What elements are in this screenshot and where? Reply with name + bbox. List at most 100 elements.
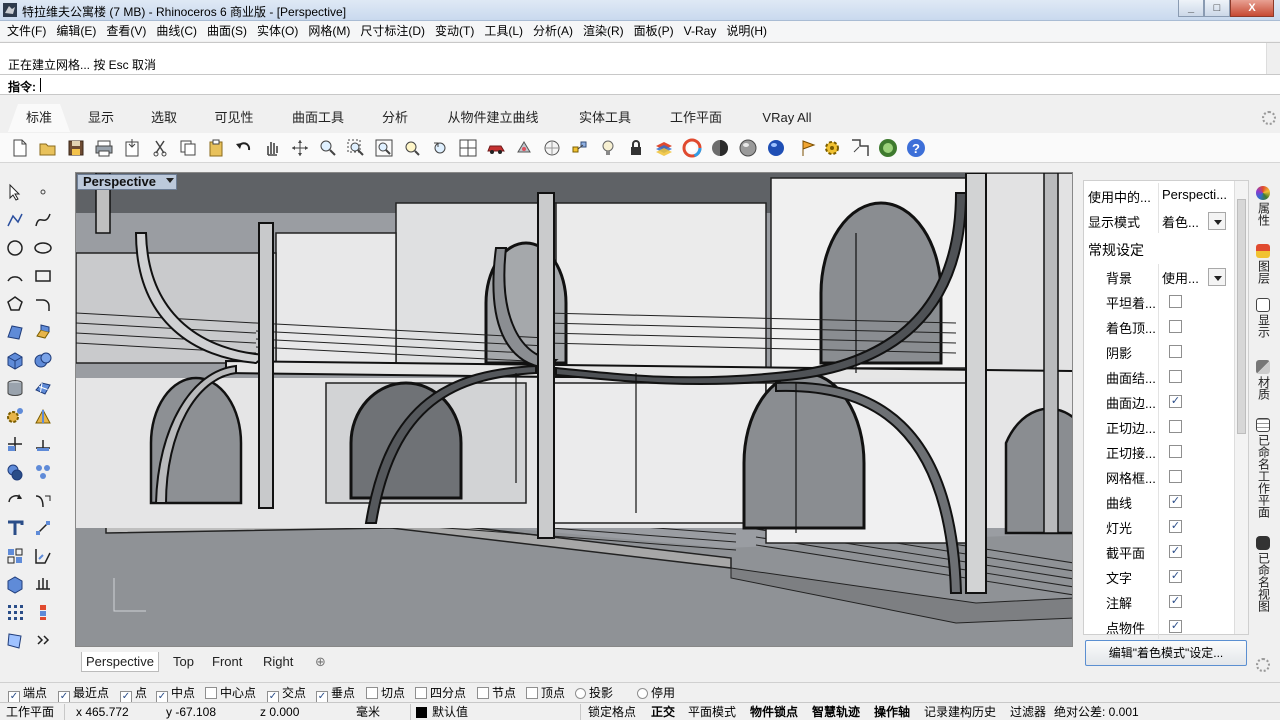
- scale-icon[interactable]: [33, 490, 53, 510]
- side-tab-layers[interactable]: 图层: [1253, 244, 1273, 287]
- polygon-icon[interactable]: [5, 294, 25, 314]
- panel-option-checkbox[interactable]: ✓: [1169, 545, 1182, 558]
- status-grid-snap[interactable]: 锁定格点: [588, 704, 636, 720]
- status-smarttrack[interactable]: 智慧轨迹: [812, 704, 860, 720]
- four-viewports-icon[interactable]: [458, 138, 478, 158]
- osnap-icon[interactable]: [570, 138, 590, 158]
- tab-display[interactable]: 显示: [70, 104, 132, 132]
- menu-surface[interactable]: 曲面(S): [202, 21, 252, 41]
- point-icon[interactable]: [33, 182, 53, 202]
- mesh-icon[interactable]: [33, 378, 53, 398]
- grid-array-icon[interactable]: [5, 602, 25, 622]
- block-icon[interactable]: [5, 574, 25, 594]
- edit-shaded-mode-button[interactable]: 编辑"着色模式"设定...: [1085, 640, 1247, 666]
- print-icon[interactable]: [94, 138, 114, 158]
- extrude-surface-icon[interactable]: [33, 322, 53, 342]
- text-icon[interactable]: [5, 518, 25, 538]
- level-icon[interactable]: [33, 574, 53, 594]
- paste-icon[interactable]: [206, 138, 226, 158]
- status-filter[interactable]: 过滤器: [1010, 704, 1046, 720]
- side-tab-display[interactable]: 显示: [1253, 298, 1273, 341]
- analyze-icon[interactable]: [5, 630, 25, 650]
- menu-tools[interactable]: 工具(L): [479, 21, 528, 41]
- render-sphere-icon[interactable]: [766, 138, 786, 158]
- osnap-option[interactable]: ✓ 最近点: [58, 686, 109, 703]
- menu-solid[interactable]: 实体(O): [252, 21, 303, 41]
- panel-option-checkbox[interactable]: ✓: [1169, 595, 1182, 608]
- tab-visibility[interactable]: 可见性: [196, 104, 272, 132]
- vray-frame-buffer-icon[interactable]: [850, 138, 870, 158]
- side-panel-settings-gear-icon[interactable]: [1256, 658, 1270, 672]
- zoom-extents-icon[interactable]: [374, 138, 394, 158]
- side-tab-named-views[interactable]: 已命名视图: [1253, 536, 1273, 615]
- panel-row-background[interactable]: 背景 使用...: [1084, 264, 1234, 289]
- box-icon[interactable]: [5, 350, 25, 370]
- panel-option-checkbox[interactable]: ✓: [1169, 520, 1182, 533]
- status-record-history[interactable]: 记录建构历史: [924, 704, 996, 720]
- object-properties-icon[interactable]: [514, 138, 534, 158]
- light-bulb-icon[interactable]: [598, 138, 618, 158]
- panel-option-checkbox[interactable]: [1169, 320, 1182, 333]
- osnap-option[interactable]: ✓ 垂点: [316, 686, 355, 703]
- cplane-icon[interactable]: [542, 138, 562, 158]
- command-history-scrollbar[interactable]: [1266, 43, 1280, 74]
- vray-settings-icon[interactable]: [822, 138, 842, 158]
- osnap-checkbox[interactable]: [526, 687, 538, 699]
- array-icon[interactable]: [33, 462, 53, 482]
- zoom-window-icon[interactable]: [346, 138, 366, 158]
- tab-curve-from-object[interactable]: 从物件建立曲线: [428, 104, 558, 132]
- panel-option-checkbox[interactable]: [1169, 345, 1182, 358]
- menu-transform[interactable]: 变动(T): [430, 21, 479, 41]
- tab-settings-gear-icon[interactable]: [1262, 111, 1276, 125]
- curve-icon[interactable]: [33, 210, 53, 230]
- panel-option-checkbox[interactable]: ✓: [1169, 570, 1182, 583]
- tab-cplanes[interactable]: 工作平面: [652, 104, 740, 132]
- move-icon[interactable]: [5, 434, 25, 454]
- more-tools-chevron-icon[interactable]: [33, 630, 53, 650]
- menu-help[interactable]: 说明(H): [721, 21, 772, 41]
- zoom-icon[interactable]: [318, 138, 338, 158]
- menu-mesh[interactable]: 网格(M): [303, 21, 355, 41]
- osnap-option[interactable]: ✓ 交点: [267, 686, 306, 703]
- status-layer[interactable]: 默认值: [432, 704, 468, 720]
- add-viewport-tab-icon[interactable]: ⊕: [311, 652, 330, 672]
- osnap-option[interactable]: ✓ 点: [120, 686, 147, 703]
- viewport-tab-perspective[interactable]: Perspective: [81, 652, 159, 672]
- open-file-icon[interactable]: [38, 138, 58, 158]
- osnap-checkbox[interactable]: [366, 687, 378, 699]
- menu-dimension[interactable]: 尺寸标注(D): [355, 21, 430, 41]
- side-tab-properties[interactable]: 属性: [1253, 186, 1273, 229]
- osnap-checkbox[interactable]: [477, 687, 489, 699]
- group-icon[interactable]: [5, 546, 25, 566]
- side-tab-materials[interactable]: 材质: [1253, 360, 1273, 403]
- osnap-radio[interactable]: [637, 688, 648, 699]
- panel-option-checkbox[interactable]: [1169, 370, 1182, 383]
- status-planar[interactable]: 平面模式: [688, 704, 736, 720]
- new-file-icon[interactable]: [10, 138, 30, 158]
- display-mode-dropdown[interactable]: [1208, 212, 1226, 230]
- surface-corners-icon[interactable]: [5, 322, 25, 342]
- tab-standard[interactable]: 标准: [8, 104, 70, 132]
- menu-render[interactable]: 渲染(R): [578, 21, 629, 41]
- viewport-tab-front[interactable]: Front: [208, 652, 246, 672]
- color-wheel-icon[interactable]: [682, 138, 702, 158]
- rotate-icon[interactable]: [5, 490, 25, 510]
- panel-option-checkbox[interactable]: [1169, 470, 1182, 483]
- osnap-option[interactable]: ✓ 中点: [156, 686, 195, 703]
- panel-option-checkbox[interactable]: ✓: [1169, 620, 1182, 633]
- cut-icon[interactable]: [150, 138, 170, 158]
- viewport-title[interactable]: Perspective: [77, 174, 177, 190]
- menu-panels[interactable]: 面板(P): [629, 21, 679, 41]
- rendered-sphere-icon[interactable]: [738, 138, 758, 158]
- viewport-menu-chevron-icon[interactable]: [166, 178, 174, 183]
- car-icon[interactable]: [486, 138, 506, 158]
- shaded-sphere-icon[interactable]: [710, 138, 730, 158]
- maximize-button[interactable]: □: [1204, 0, 1230, 17]
- close-button[interactable]: X: [1230, 0, 1274, 17]
- hatch-icon[interactable]: [33, 546, 53, 566]
- circle-icon[interactable]: [5, 238, 25, 258]
- ellipse-icon[interactable]: [33, 238, 53, 258]
- command-prompt[interactable]: 指令:: [0, 74, 1280, 95]
- import-icon[interactable]: [122, 138, 142, 158]
- menu-edit[interactable]: 编辑(E): [51, 21, 101, 41]
